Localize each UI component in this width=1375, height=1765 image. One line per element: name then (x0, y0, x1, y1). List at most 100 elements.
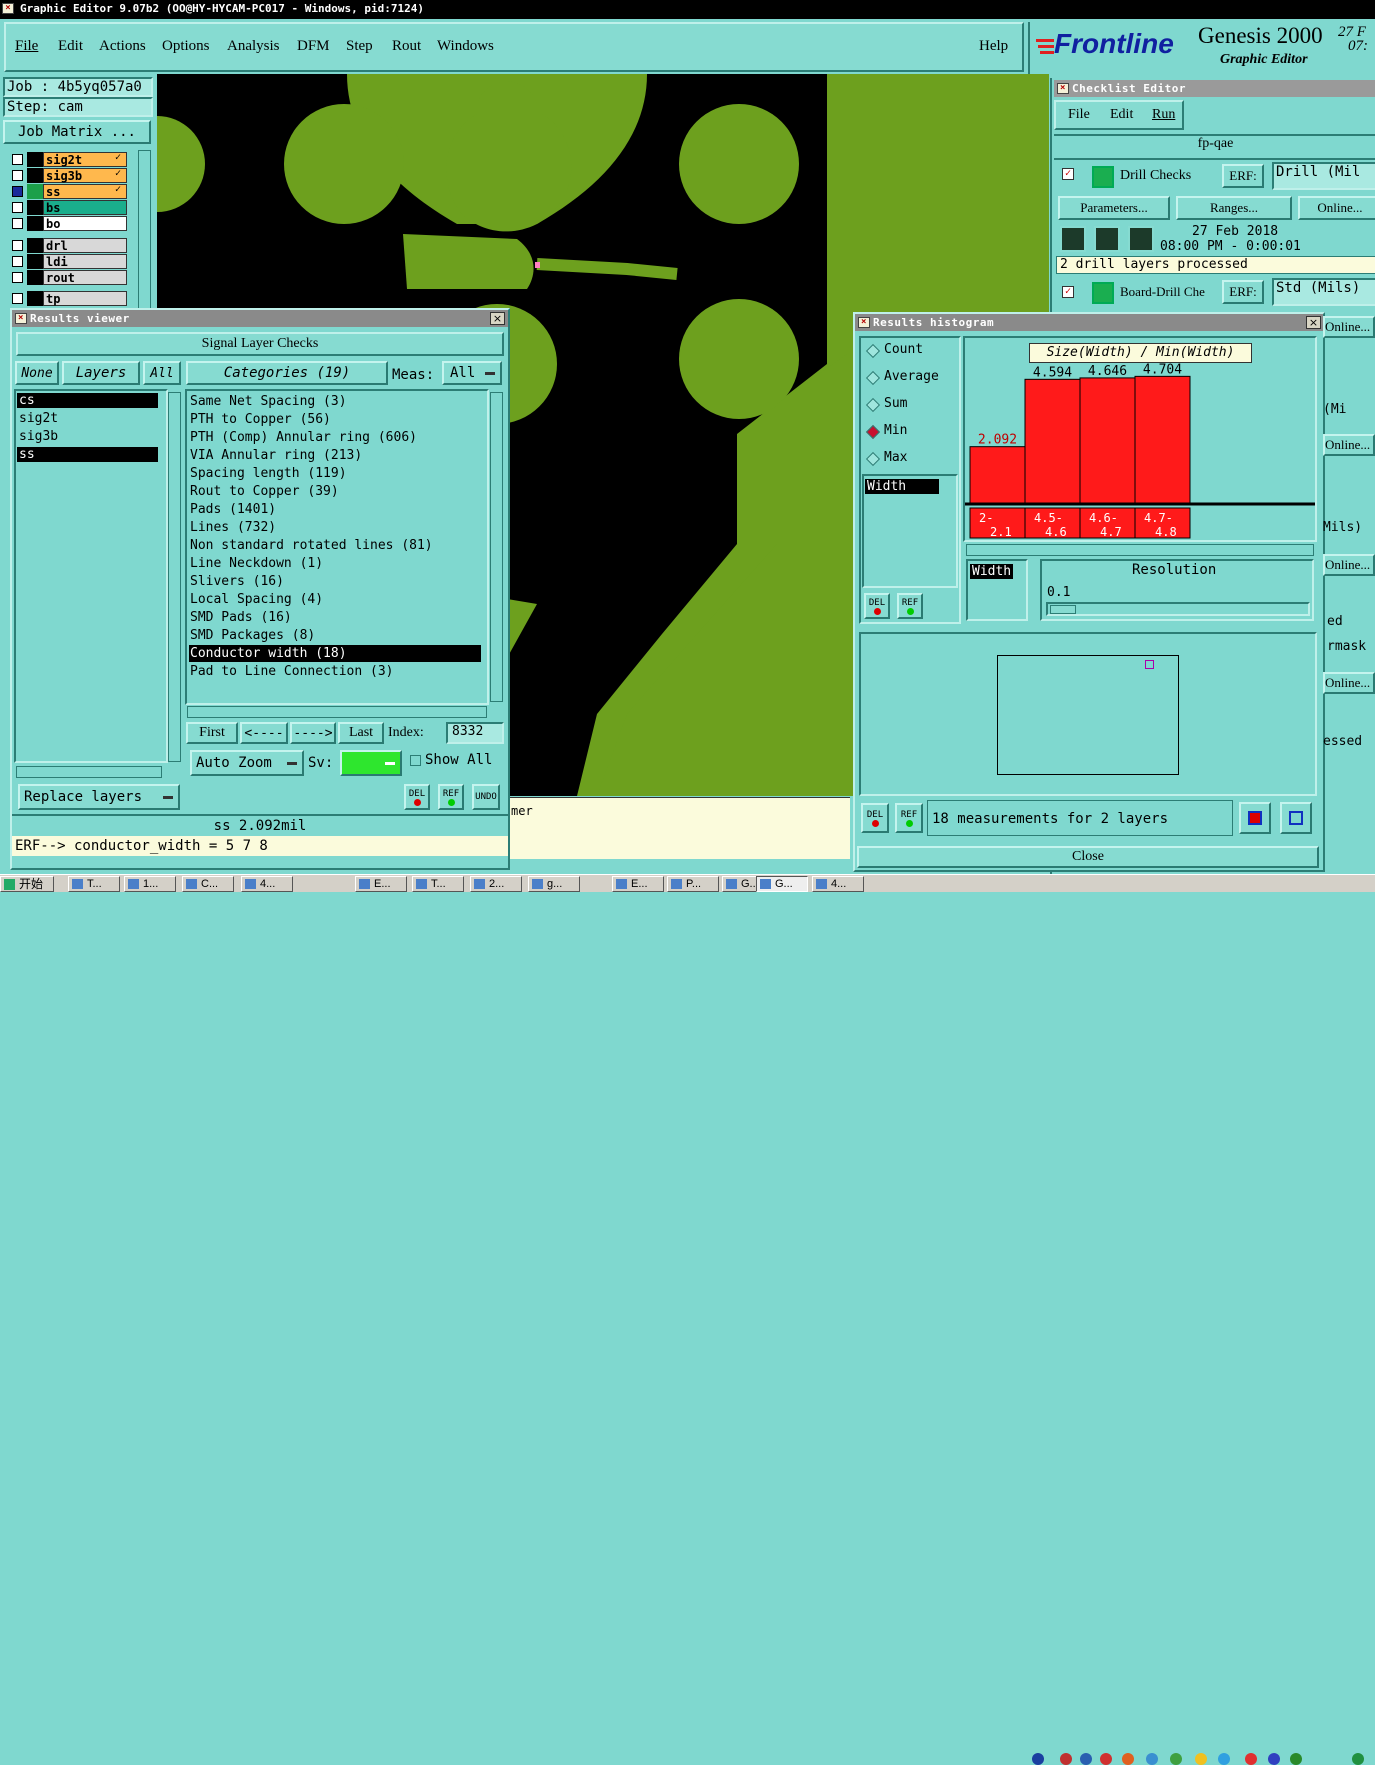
categories-scrollbar[interactable] (490, 392, 503, 702)
layer-row-drl[interactable]: drl (9, 238, 127, 253)
layer-checkbox[interactable] (12, 256, 23, 267)
layer-checkbox[interactable] (12, 202, 23, 213)
histogram-field-item[interactable]: Width (865, 479, 939, 494)
result-layer-hscroll[interactable] (16, 766, 162, 778)
tray-icon-8[interactable] (1195, 1753, 1207, 1765)
category-item[interactable]: Rout to Copper (39) (189, 483, 481, 500)
category-item[interactable]: PTH (Comp) Annular ring (606) (189, 429, 481, 446)
erf-button[interactable]: ERF: (1222, 164, 1264, 188)
layer-checkbox[interactable] (12, 186, 23, 197)
category-item[interactable]: VIA Annular ring (213) (189, 447, 481, 464)
erf-field-2[interactable]: Std (Mils) (1272, 278, 1375, 306)
histogram-option-sum[interactable]: Sum (865, 394, 956, 416)
taskbar-item[interactable]: G... (756, 876, 808, 892)
menu-edit[interactable]: Edit (58, 38, 83, 55)
tray-icon-2[interactable] (1060, 1753, 1072, 1765)
layer-row-bo[interactable]: bo (9, 216, 127, 231)
category-item[interactable]: Slivers (16) (189, 573, 481, 590)
layer-color-swatch[interactable] (27, 200, 43, 215)
board-drill-checkbox[interactable]: ✓ (1062, 286, 1074, 298)
layer-color-swatch[interactable] (27, 270, 43, 285)
online-button[interactable]: Online... (1298, 196, 1375, 220)
result-layer-item[interactable]: sig2t (17, 411, 158, 426)
show-all-checkbox[interactable] (410, 755, 421, 766)
taskbar-item[interactable]: E... (355, 876, 407, 892)
undo-button[interactable]: UNDO (472, 784, 500, 810)
taskbar-item[interactable]: P... (667, 876, 719, 892)
category-item[interactable]: Spacing length (119) (189, 465, 481, 482)
menu-help[interactable]: Help (979, 38, 1008, 55)
taskbar-item[interactable]: T... (412, 876, 464, 892)
parameters-button[interactable]: Parameters... (1058, 196, 1170, 220)
menu-dfm[interactable]: DFM (297, 38, 330, 55)
menu-rout[interactable]: Rout (392, 38, 421, 55)
erf-field[interactable]: Drill (Mil (1272, 162, 1375, 190)
category-item[interactable]: PTH to Copper (56) (189, 411, 481, 428)
prev-button[interactable]: <---- (240, 722, 288, 744)
tray-icon-12[interactable] (1290, 1753, 1302, 1765)
axis-select-item[interactable]: Width (970, 564, 1014, 579)
none-button[interactable]: None (15, 361, 59, 385)
menu-analysis[interactable]: Analysis (227, 38, 280, 55)
category-item[interactable]: Non standard rotated lines (81) (189, 537, 481, 554)
result-layer-item[interactable]: ss (17, 447, 158, 462)
taskbar-item[interactable]: 4... (241, 876, 293, 892)
histogram-option-count[interactable]: Count (865, 340, 956, 362)
next-button[interactable]: ----> (290, 722, 336, 744)
layer-row-ss[interactable]: ss ✓ (9, 184, 127, 199)
run-icon-3[interactable] (1128, 226, 1154, 252)
drill-checks-checkbox[interactable]: ✓ (1062, 168, 1074, 180)
del-button[interactable]: DEL (404, 784, 430, 810)
checklist-menu-edit[interactable]: Edit (1110, 107, 1133, 123)
category-item[interactable]: Pad to Line Connection (3) (189, 663, 481, 680)
layer-checkbox[interactable] (12, 293, 23, 304)
tray-icon-10[interactable] (1245, 1753, 1257, 1765)
layer-checkbox[interactable] (12, 272, 23, 283)
histogram-close-button[interactable]: Close (857, 846, 1319, 868)
tray-icon-6[interactable] (1146, 1753, 1158, 1765)
layer-color-swatch[interactable] (27, 168, 43, 183)
layer-color-swatch[interactable] (27, 152, 43, 167)
histogram-export-button[interactable] (1239, 802, 1271, 834)
histogram-ref-button[interactable]: REF (897, 593, 923, 619)
checklist-menu-run[interactable]: Run (1152, 107, 1175, 123)
resolution-slider[interactable] (1046, 602, 1310, 616)
result-layer-item[interactable]: sig3b (17, 429, 158, 444)
taskbar-item[interactable]: C... (182, 876, 234, 892)
layer-row-ldi[interactable]: ldi (9, 254, 127, 269)
all-layers-button[interactable]: All (143, 361, 181, 385)
taskbar-item[interactable]: 1... (124, 876, 176, 892)
layer-row-rout[interactable]: rout (9, 270, 127, 285)
layer-row-tp[interactable]: tp (9, 291, 127, 306)
tray-help-icon[interactable] (1032, 1753, 1044, 1765)
category-item[interactable]: Same Net Spacing (3) (189, 393, 481, 410)
tray-icon-7[interactable] (1170, 1753, 1182, 1765)
layer-row-bs[interactable]: bs (9, 200, 127, 215)
checklist-menu-file[interactable]: File (1068, 107, 1090, 123)
start-button[interactable]: 开始 (0, 876, 54, 892)
online-button-5[interactable]: Online... (1323, 672, 1375, 694)
category-item[interactable]: Conductor width (18) (189, 645, 481, 662)
layer-color-swatch[interactable] (27, 238, 43, 253)
histogram-option-min[interactable]: Min (865, 421, 956, 443)
layer-row-sig2t[interactable]: sig2t ✓ (9, 152, 127, 167)
taskbar-item[interactable]: T... (68, 876, 120, 892)
menu-step[interactable]: Step (346, 38, 373, 55)
online-button-4[interactable]: Online... (1323, 554, 1375, 576)
index-field[interactable]: 8332 (446, 722, 504, 744)
taskbar-item[interactable]: 4... (812, 876, 864, 892)
category-item[interactable]: SMD Pads (16) (189, 609, 481, 626)
layer-checkbox[interactable] (12, 218, 23, 229)
categories-hscroll[interactable] (187, 706, 487, 718)
histogram-hscroll[interactable] (966, 544, 1314, 556)
axis-select-list[interactable]: Width (966, 559, 1028, 621)
overview-box[interactable] (997, 655, 1179, 775)
taskbar-item[interactable]: 2... (470, 876, 522, 892)
tray-icon-13[interactable] (1352, 1753, 1364, 1765)
layer-color-swatch[interactable] (27, 184, 43, 199)
tray-icon-4[interactable] (1100, 1753, 1112, 1765)
erf-button-2[interactable]: ERF: (1222, 280, 1264, 304)
meas-select[interactable]: All (442, 361, 502, 385)
results-viewer-close-icon[interactable]: × (490, 312, 505, 325)
result-layer-item[interactable]: cs (17, 393, 158, 408)
